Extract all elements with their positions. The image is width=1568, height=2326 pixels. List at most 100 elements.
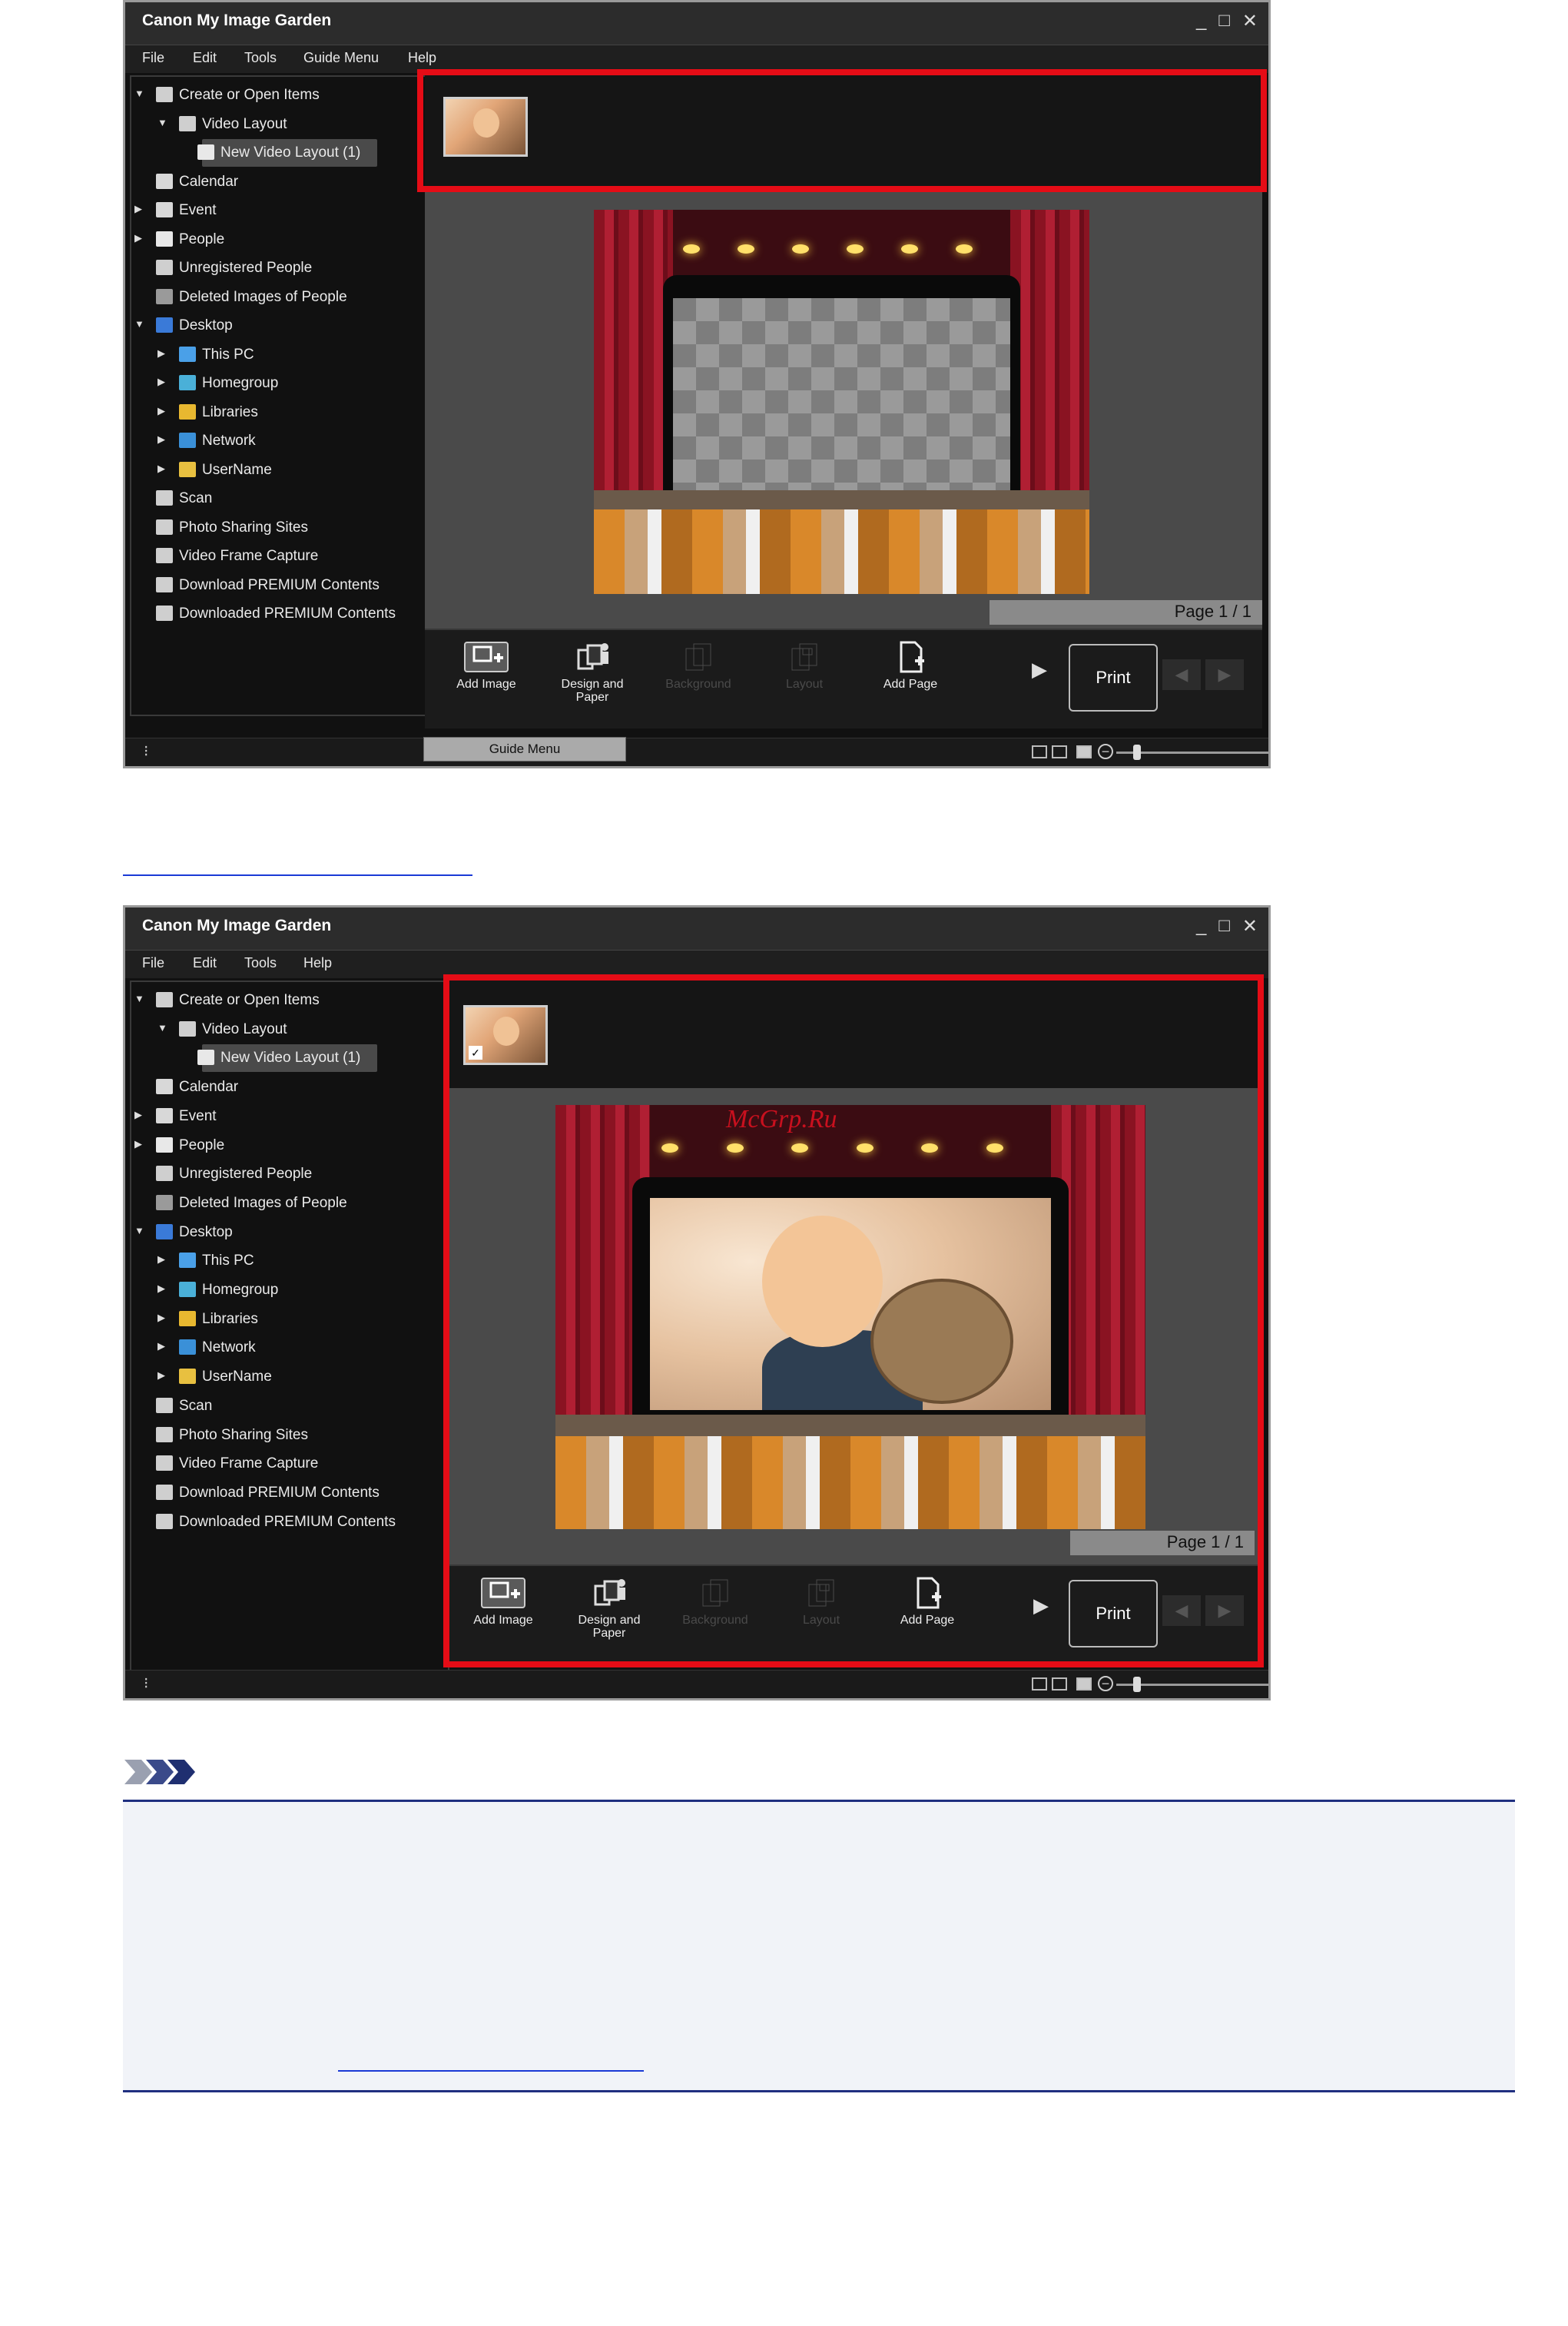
- note-link-underline[interactable]: [338, 2070, 644, 2072]
- tree-item[interactable]: Downloaded PREMIUM Contents: [131, 600, 425, 628]
- background-button[interactable]: Background: [652, 641, 744, 691]
- menu-edit[interactable]: Edit: [193, 955, 217, 971]
- tree-expand-icon[interactable]: ▶: [157, 405, 165, 417]
- tree-item[interactable]: Scan: [131, 485, 425, 513]
- zoom-out-icon[interactable]: −: [1098, 1676, 1113, 1691]
- guide-menu-button[interactable]: Guide Menu: [423, 737, 626, 762]
- tree-item[interactable]: Video Frame Capture: [131, 1450, 448, 1478]
- tree-expand-icon[interactable]: ▼: [134, 318, 144, 330]
- tree-item[interactable]: ▶ This PC: [131, 1247, 448, 1275]
- tree-expand-icon[interactable]: ▶: [157, 433, 165, 446]
- tree-item[interactable]: Calendar: [131, 1073, 448, 1101]
- multi-page-view-icon[interactable]: [1052, 1677, 1067, 1691]
- tree-expand-icon[interactable]: ▶: [157, 1282, 165, 1295]
- maximize-button[interactable]: □: [1218, 10, 1230, 32]
- tree-expand-icon[interactable]: ▼: [157, 1022, 167, 1034]
- tree-expand-icon[interactable]: ▶: [134, 232, 142, 244]
- minimize-button[interactable]: _: [1196, 915, 1206, 937]
- add-page-button[interactable]: Add Page: [864, 641, 956, 691]
- minimize-button[interactable]: _: [1196, 10, 1206, 32]
- tree-item[interactable]: ▼ Desktop: [131, 1219, 448, 1246]
- tree-item[interactable]: ▶ Network: [131, 427, 425, 455]
- tree-item[interactable]: Download PREMIUM Contents: [131, 572, 425, 599]
- menu-help[interactable]: Help: [408, 50, 436, 66]
- empty-image-slot[interactable]: [673, 298, 1010, 490]
- tree-expand-icon[interactable]: ▶: [157, 1253, 165, 1266]
- tree-expand-icon[interactable]: ▶: [157, 1312, 165, 1324]
- tree-expand-icon[interactable]: ▶: [157, 1369, 165, 1382]
- tree-expand-icon[interactable]: ▼: [157, 117, 167, 128]
- menu-tools[interactable]: Tools: [244, 955, 277, 971]
- tree-expand-icon[interactable]: ▶: [157, 463, 165, 475]
- tree-item[interactable]: ▶ UserName: [131, 1363, 448, 1391]
- tree-item[interactable]: ▼ Desktop: [131, 312, 425, 340]
- design-paper-button[interactable]: Design and Paper: [546, 641, 638, 704]
- tree-expand-icon[interactable]: ▶: [157, 376, 165, 388]
- tree-item[interactable]: Photo Sharing Sites: [131, 514, 425, 542]
- tree-item[interactable]: ▶ UserName: [131, 456, 425, 484]
- layout-button[interactable]: Layout: [758, 641, 850, 691]
- tree-item[interactable]: ▶ Network: [131, 1334, 448, 1362]
- tree-expand-icon[interactable]: ▶: [157, 347, 165, 360]
- add-image-button[interactable]: Add Image: [440, 641, 532, 691]
- tree-item[interactable]: ▶ People: [131, 1132, 448, 1160]
- tree-item-label: New Video Layout (1): [220, 144, 361, 161]
- tree-item[interactable]: ▼ Video Layout: [131, 111, 425, 138]
- maximize-button[interactable]: □: [1218, 915, 1230, 937]
- close-button[interactable]: ✕: [1242, 915, 1258, 937]
- tree-item[interactable]: Download PREMIUM Contents: [131, 1479, 448, 1507]
- zoom-slider-thumb[interactable]: [1133, 745, 1141, 760]
- tree-expand-icon[interactable]: ▼: [134, 1225, 144, 1236]
- tree-item[interactable]: New Video Layout (1): [197, 1044, 377, 1073]
- tree-item[interactable]: Deleted Images of People: [131, 1190, 448, 1217]
- expand-arrow-icon[interactable]: ▶: [1032, 658, 1047, 682]
- zoom-slider-thumb[interactable]: [1133, 1677, 1141, 1692]
- tree-item[interactable]: Scan: [131, 1392, 448, 1420]
- tree-expand-icon[interactable]: ▶: [157, 1340, 165, 1352]
- tree-item[interactable]: Video Frame Capture: [131, 543, 425, 570]
- resize-grip-icon[interactable]: ⁝: [144, 1674, 148, 1693]
- full-screen-icon[interactable]: [1076, 1677, 1092, 1691]
- tree-item[interactable]: ▶ People: [131, 226, 425, 254]
- resize-grip-icon[interactable]: ⁝: [144, 742, 148, 761]
- menu-help[interactable]: Help: [303, 955, 332, 971]
- tree-item[interactable]: ▶ Homegroup: [131, 1276, 448, 1304]
- tree-item[interactable]: ▶ Libraries: [131, 399, 425, 426]
- tree-item[interactable]: ▶ Event: [131, 197, 425, 224]
- next-page-button[interactable]: ▶: [1205, 659, 1244, 690]
- tree-item[interactable]: ▶ Event: [131, 1103, 448, 1130]
- close-button[interactable]: ✕: [1242, 10, 1258, 32]
- tree-item[interactable]: ▼ Create or Open Items: [131, 987, 448, 1014]
- menu-tools[interactable]: Tools: [244, 50, 277, 66]
- tree-expand-icon[interactable]: ▼: [134, 88, 144, 99]
- tree-item[interactable]: Unregistered People: [131, 1160, 448, 1188]
- tree-item[interactable]: Photo Sharing Sites: [131, 1422, 448, 1449]
- video-layout-preview[interactable]: [594, 210, 1089, 594]
- tree-expand-icon[interactable]: ▶: [134, 1138, 142, 1150]
- tree-item[interactable]: ▼ Video Layout: [131, 1016, 448, 1044]
- full-screen-icon[interactable]: [1076, 745, 1092, 758]
- multi-page-view-icon[interactable]: [1052, 745, 1067, 758]
- menu-edit[interactable]: Edit: [193, 50, 217, 66]
- prev-page-button[interactable]: ◀: [1162, 659, 1201, 690]
- single-page-view-icon[interactable]: [1032, 745, 1047, 758]
- zoom-out-icon[interactable]: −: [1098, 744, 1113, 759]
- tree-item[interactable]: ▼ Create or Open Items: [131, 81, 425, 109]
- tree-item[interactable]: ▶ Homegroup: [131, 370, 425, 397]
- tree-item[interactable]: ▶ This PC: [131, 341, 425, 369]
- tree-item[interactable]: Calendar: [131, 168, 425, 196]
- tree-item[interactable]: New Video Layout (1): [197, 139, 377, 167]
- menu-file[interactable]: File: [142, 955, 164, 971]
- tree-item[interactable]: Deleted Images of People: [131, 284, 425, 311]
- tree-item[interactable]: ▶ Libraries: [131, 1306, 448, 1333]
- link-underline[interactable]: [123, 874, 472, 876]
- single-page-view-icon[interactable]: [1032, 1677, 1047, 1691]
- tree-item[interactable]: Unregistered People: [131, 254, 425, 282]
- menu-guide[interactable]: Guide Menu: [303, 50, 379, 66]
- print-button[interactable]: Print: [1069, 644, 1158, 712]
- tree-item[interactable]: Downloaded PREMIUM Contents: [131, 1508, 448, 1536]
- tree-expand-icon[interactable]: ▶: [134, 1109, 142, 1121]
- tree-expand-icon[interactable]: ▶: [134, 203, 142, 215]
- tree-expand-icon[interactable]: ▼: [134, 993, 144, 1004]
- menu-file[interactable]: File: [142, 50, 164, 66]
